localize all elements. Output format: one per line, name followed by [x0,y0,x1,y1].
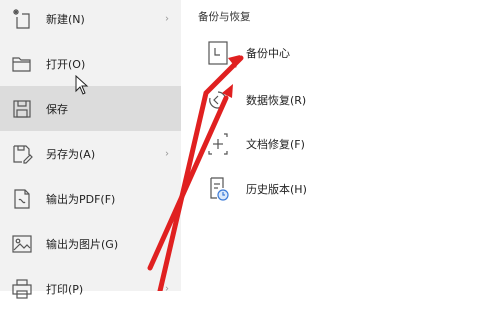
folder-icon [10,52,34,76]
document-repair-icon [206,131,230,157]
print-icon [10,277,34,301]
export-pdf-icon [10,187,34,211]
sub-item-label: 文档修复(F) [246,138,305,151]
sub-item-label: 数据恢复(R) [246,94,307,107]
menu-item-label: 输出为图片(G) [46,237,119,251]
section-title: 备份与恢复 [198,11,251,23]
menu-item-save[interactable]: 保存 [0,86,181,131]
chevron-right-icon: › [165,13,169,24]
mouse-cursor-icon [75,75,89,95]
menu-item-open[interactable]: 打开(O) [0,41,181,86]
save-icon [10,97,34,121]
menu-item-label: 打开(O) [46,57,86,71]
chevron-right-icon: › [165,148,169,159]
menu-item-label: 保存 [46,102,68,116]
data-recovery-icon [206,87,230,113]
sub-item-label: 备份中心 [246,47,290,60]
menu-item-print[interactable]: 打印(P) › [0,266,181,311]
menu-item-new[interactable]: 新建(N) › [0,0,181,41]
file-menu: 新建(N) › 打开(O) 保存 另存为(A) › 输出为PDF(F) 输出为图… [0,0,181,299]
save-as-icon [10,142,34,166]
menu-item-label: 输出为PDF(F) [46,192,116,206]
menu-item-export-image[interactable]: 输出为图片(G) [0,221,181,266]
history-version-item[interactable]: 历史版本(H) [181,171,500,207]
menu-item-save-as[interactable]: 另存为(A) › [0,131,181,176]
menu-item-label: 新建(N) [46,12,85,26]
menu-item-export-pdf[interactable]: 输出为PDF(F) [0,176,181,221]
backup-center-item[interactable]: 备份中心 [181,35,500,71]
chevron-right-icon: › [165,283,169,294]
new-file-icon [10,7,34,31]
document-repair-item[interactable]: 文档修复(F) [181,126,500,162]
export-image-icon [10,232,34,256]
menu-item-label: 另存为(A) [46,147,96,161]
data-recovery-item[interactable]: 数据恢复(R) [181,82,500,118]
history-version-icon [206,176,230,202]
backup-recovery-panel: 备份与恢复 备份中心 数据恢复(R) 文档修复(F) 历史版本(H) [181,0,500,291]
sub-item-label: 历史版本(H) [246,183,307,196]
menu-item-label: 打印(P) [46,282,84,296]
backup-center-icon [206,40,230,66]
